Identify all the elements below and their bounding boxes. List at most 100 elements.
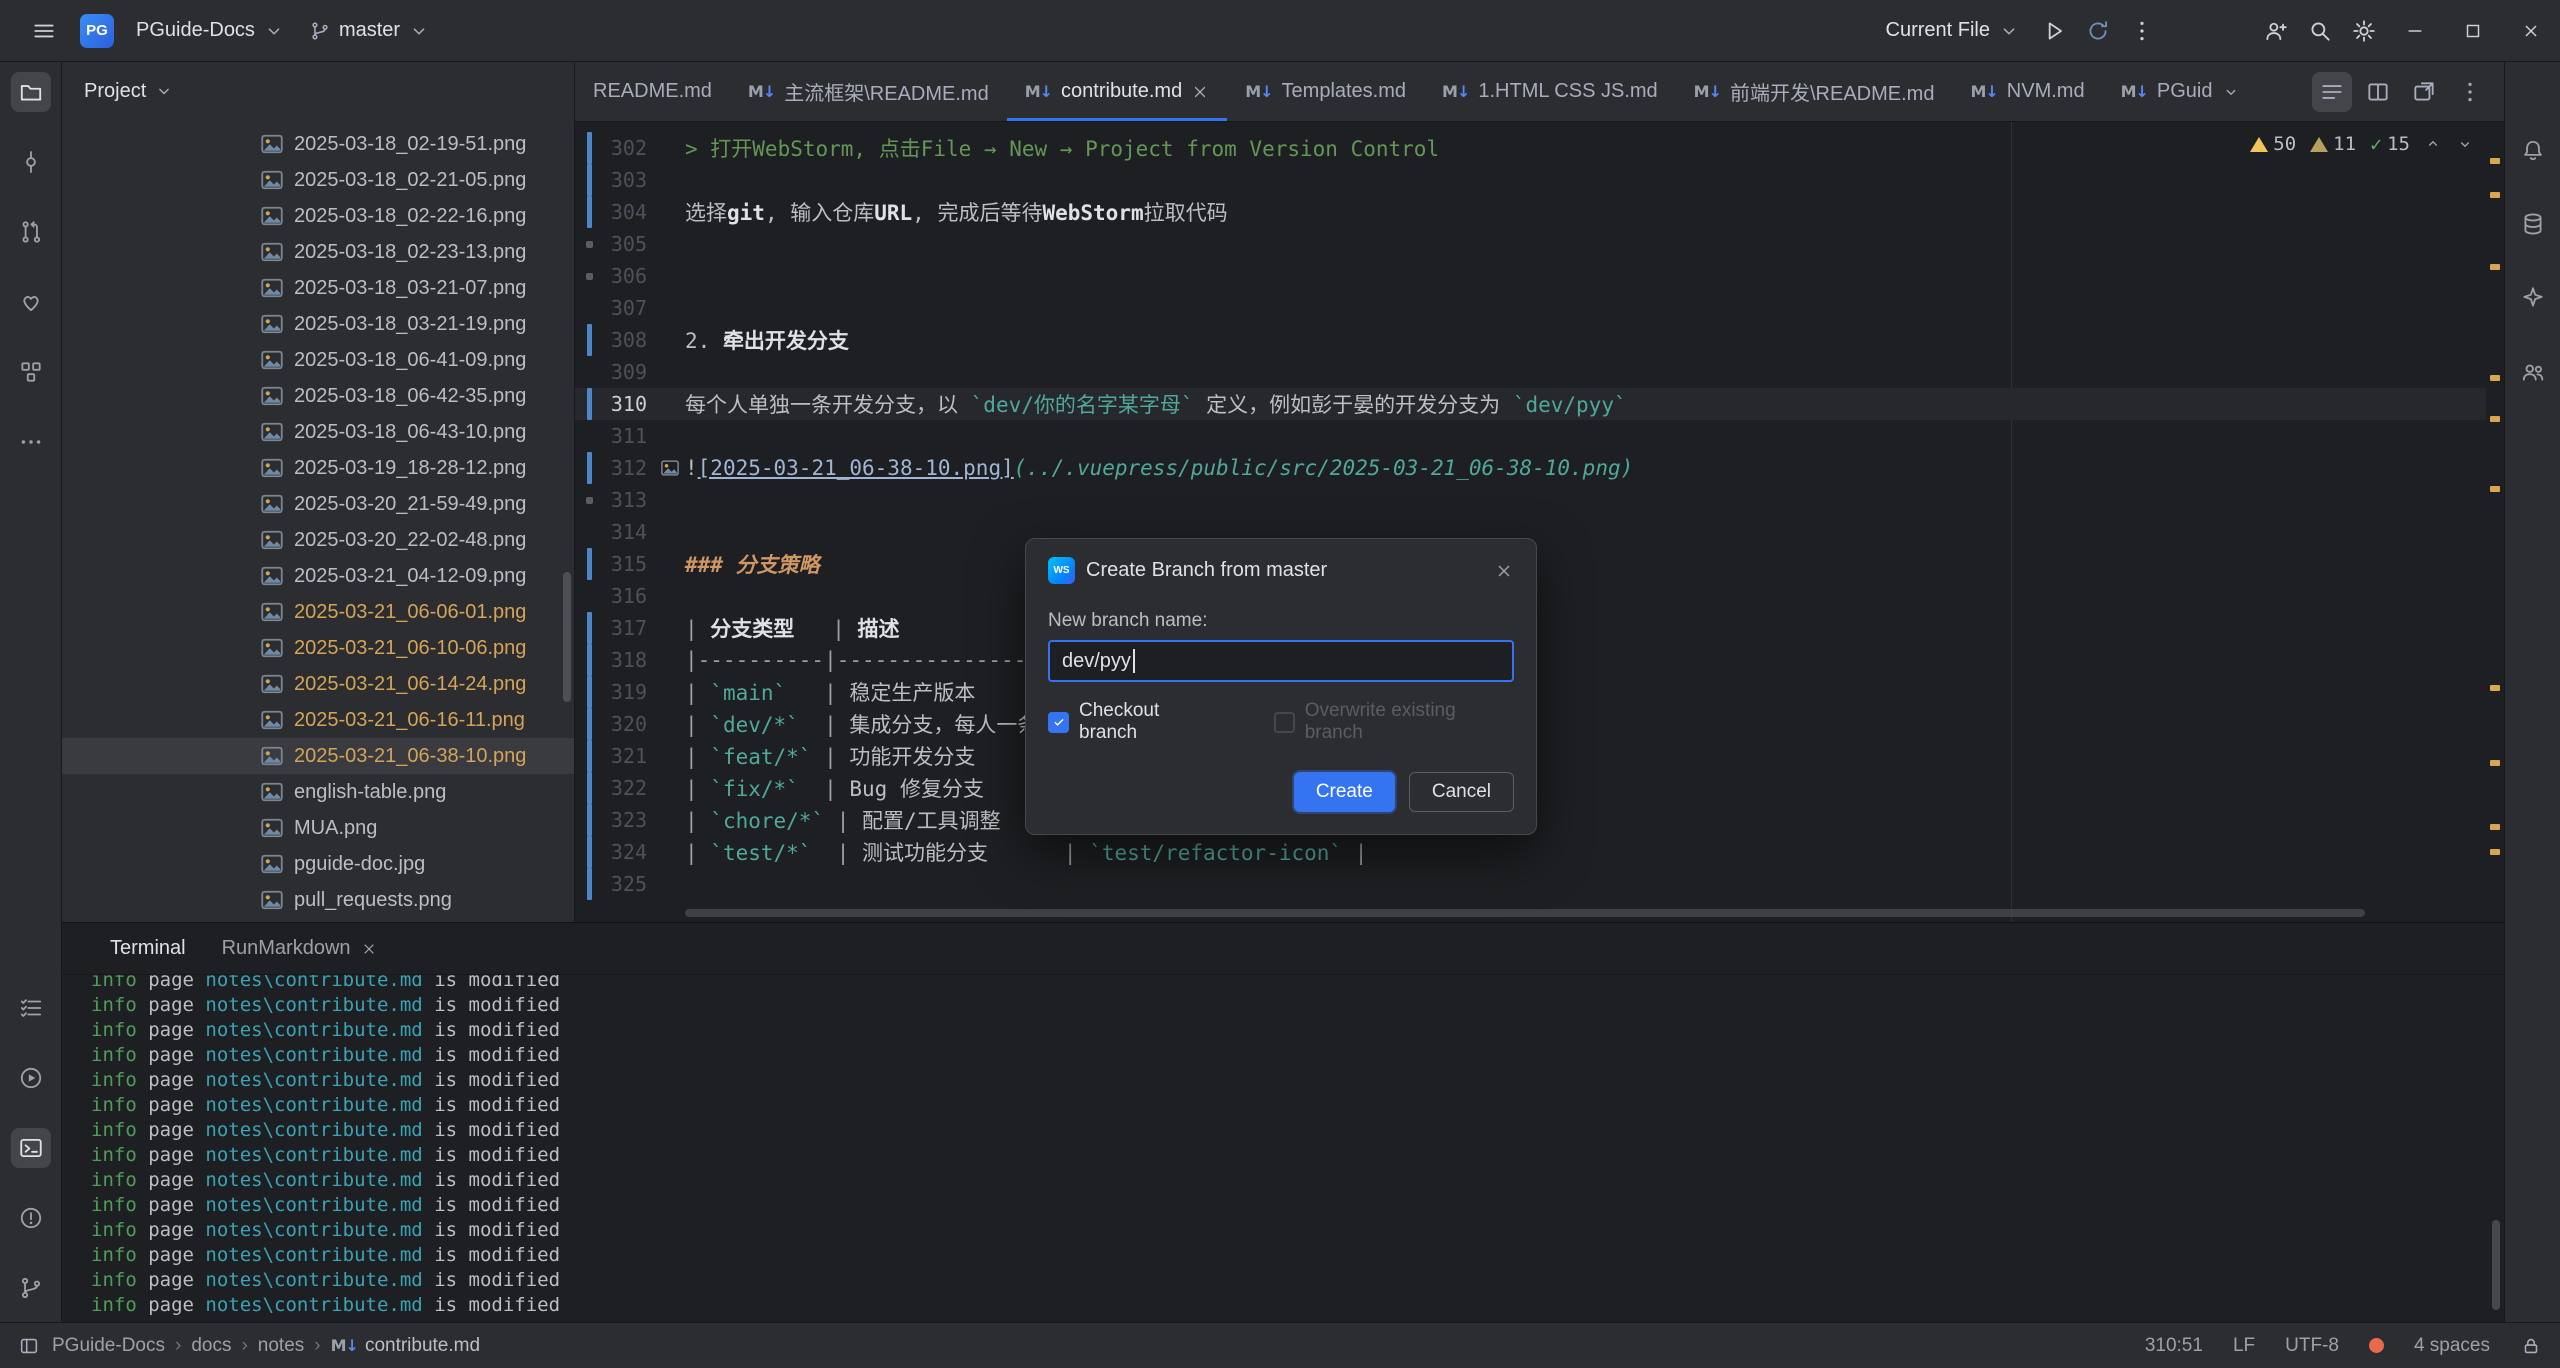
file-encoding[interactable]: UTF-8 xyxy=(2285,1335,2339,1357)
collaboration-icon[interactable] xyxy=(2513,352,2553,392)
search-everywhere-icon[interactable] xyxy=(2298,9,2342,53)
tree-item-file[interactable]: pull_requests.png xyxy=(62,882,574,918)
breadcrumb-item[interactable]: PGuide-Docs xyxy=(52,1335,165,1357)
split-editor-icon[interactable] xyxy=(2358,72,2398,112)
version-control-toolwindow-icon[interactable] xyxy=(11,1268,51,1308)
tree-item-file[interactable]: 2025-03-21_04-12-09.png xyxy=(62,558,574,594)
tree-item-file[interactable]: 2025-03-18_02-22-16.png xyxy=(62,198,574,234)
tree-item-file[interactable]: 2025-03-21_06-38-10.png xyxy=(62,738,574,774)
detach-editor-icon[interactable] xyxy=(2404,72,2444,112)
tree-item-file[interactable]: 2025-03-20_22-02-48.png xyxy=(62,522,574,558)
markdown-file-icon: M↓ xyxy=(1694,80,1721,103)
breadcrumb-file[interactable]: M↓contribute.md xyxy=(331,1335,480,1357)
editor-tab[interactable]: M↓前端开发\README.md xyxy=(1676,62,1953,121)
tab-list-icon[interactable] xyxy=(2312,72,2352,112)
settings-gear-icon[interactable] xyxy=(2342,9,2386,53)
editor-tab[interactable]: M↓NVM.md xyxy=(1952,62,2102,121)
project-toolwindow-icon[interactable] xyxy=(11,72,51,112)
caret-position[interactable]: 310:51 xyxy=(2145,1335,2203,1357)
lock-icon[interactable] xyxy=(2520,1335,2542,1357)
editor-gutter: 315 xyxy=(575,548,685,580)
terminal-scrollbar[interactable] xyxy=(2492,1220,2500,1310)
branch-name-input[interactable]: dev/pyy xyxy=(1048,640,1514,682)
tree-item-file[interactable]: 2025-03-21_06-06-01.png xyxy=(62,594,574,630)
minimize-icon[interactable] xyxy=(2386,0,2444,62)
close-tab-icon[interactable] xyxy=(361,941,377,957)
breadcrumb-item[interactable]: notes xyxy=(258,1335,304,1357)
tree-item-file[interactable]: pguide-doc.jpg xyxy=(62,846,574,882)
project-switcher[interactable]: PGuide-Docs xyxy=(124,9,297,53)
branch-widget[interactable]: master xyxy=(297,9,442,53)
code-with-me-icon[interactable] xyxy=(2254,9,2298,53)
tree-item-file[interactable]: 2025-03-21_06-10-06.png xyxy=(62,630,574,666)
plugin-indicator-icon[interactable] xyxy=(2369,1338,2384,1353)
editor-tab[interactable]: README.md xyxy=(575,62,730,121)
project-scrollbar[interactable] xyxy=(563,572,571,702)
tree-item-file[interactable]: 2025-03-19_18-28-12.png xyxy=(62,450,574,486)
editor-gutter: 308 xyxy=(575,324,685,356)
editor-tab[interactable]: M↓1.HTML CSS JS.md xyxy=(1424,62,1676,121)
commit-toolwindow-icon[interactable] xyxy=(11,142,51,182)
dialog-close-icon[interactable] xyxy=(1494,561,1514,581)
more-actions-icon[interactable] xyxy=(2120,9,2164,53)
tree-item-file[interactable]: MUA.png xyxy=(62,810,574,846)
editor-tab[interactable]: M↓主流框架\README.md xyxy=(730,62,1007,121)
todo-toolwindow-icon[interactable] xyxy=(11,988,51,1028)
layout-toggle-icon[interactable] xyxy=(18,1335,40,1357)
next-problem-icon[interactable] xyxy=(2456,135,2474,153)
ai-assistant-icon[interactable] xyxy=(2513,278,2553,318)
tree-item-file[interactable]: 2025-03-18_06-42-35.png xyxy=(62,378,574,414)
project-panel-header[interactable]: Project xyxy=(62,62,574,120)
create-button[interactable]: Create xyxy=(1294,772,1395,812)
terminal-tab[interactable]: Terminal xyxy=(96,923,200,974)
checkout-branch-checkbox[interactable] xyxy=(1048,712,1069,733)
run-configuration-selector[interactable]: Current File xyxy=(1874,9,2032,53)
close-window-icon[interactable] xyxy=(2502,0,2560,62)
pull-requests-icon[interactable] xyxy=(11,212,51,252)
tree-item-file[interactable]: 2025-03-20_21-59-49.png xyxy=(62,486,574,522)
editor-tab[interactable]: M↓PGuid xyxy=(2103,62,2258,121)
services-toolwindow-icon[interactable] xyxy=(11,1058,51,1098)
horizontal-scrollbar[interactable] xyxy=(685,909,2365,917)
indent-setting[interactable]: 4 spaces xyxy=(2414,1335,2490,1357)
tree-item-file[interactable]: english-table.png xyxy=(62,774,574,810)
structure-toolwindow-icon[interactable] xyxy=(11,352,51,392)
code-text: ### 分支策略 xyxy=(685,549,820,579)
close-tab-icon[interactable] xyxy=(1191,83,1209,101)
run-icon[interactable] xyxy=(2032,9,2076,53)
editor[interactable]: 302> 打开WebStorm, 点击File → New → Project … xyxy=(575,122,2504,922)
database-icon[interactable] xyxy=(2513,204,2553,244)
image-file-icon xyxy=(260,528,284,552)
tree-item-file[interactable]: 2025-03-21_06-14-24.png xyxy=(62,666,574,702)
tree-item-file[interactable]: 2025-03-18_02-21-05.png xyxy=(62,162,574,198)
tree-item-file[interactable]: 2025-03-18_06-41-09.png xyxy=(62,342,574,378)
tree-item-file[interactable]: 2025-03-18_02-19-51.png xyxy=(62,126,574,162)
maximize-icon[interactable] xyxy=(2444,0,2502,62)
prev-problem-icon[interactable] xyxy=(2424,135,2442,153)
terminal-toolwindow-icon[interactable] xyxy=(11,1128,51,1168)
main-menu-icon[interactable] xyxy=(22,9,66,53)
more-toolwindows-icon[interactable] xyxy=(11,422,51,462)
branch-name-value: dev/pyy xyxy=(1062,650,1131,673)
breadcrumb-item[interactable]: docs xyxy=(191,1335,231,1357)
tree-item-file[interactable]: 2025-03-18_02-23-13.png xyxy=(62,234,574,270)
notifications-icon[interactable] xyxy=(2513,130,2553,170)
tree-item-file[interactable]: 2025-03-18_03-21-19.png xyxy=(62,306,574,342)
tree-item-file[interactable]: 2025-03-18_03-21-07.png xyxy=(62,270,574,306)
terminal-tab[interactable]: RunMarkdown xyxy=(208,923,391,974)
learn-heart-icon[interactable] xyxy=(11,282,51,322)
editor-tab[interactable]: M↓contribute.md xyxy=(1007,62,1228,121)
editor-more-icon[interactable] xyxy=(2450,72,2490,112)
inspections-widget[interactable]: 50 11 ✓15 xyxy=(2250,132,2474,156)
line-separator[interactable]: LF xyxy=(2233,1335,2255,1357)
terminal-output[interactable]: info page notes\contribute.md is modifie… xyxy=(62,975,2504,1322)
settings-sync-icon[interactable] xyxy=(2076,9,2120,53)
editor-tab[interactable]: M↓Templates.md xyxy=(1227,62,1424,121)
tree-item-file[interactable]: 2025-03-21_06-16-11.png xyxy=(62,702,574,738)
cancel-button[interactable]: Cancel xyxy=(1409,772,1514,812)
chevron-down-icon[interactable] xyxy=(2222,83,2240,101)
file-name: 2025-03-21_06-16-11.png xyxy=(294,709,525,732)
tree-item-file[interactable]: 2025-03-18_06-43-10.png xyxy=(62,414,574,450)
code-text: | `dev/*` | 集成分支，每人一条 xyxy=(685,709,1038,739)
problems-toolwindow-icon[interactable] xyxy=(11,1198,51,1238)
